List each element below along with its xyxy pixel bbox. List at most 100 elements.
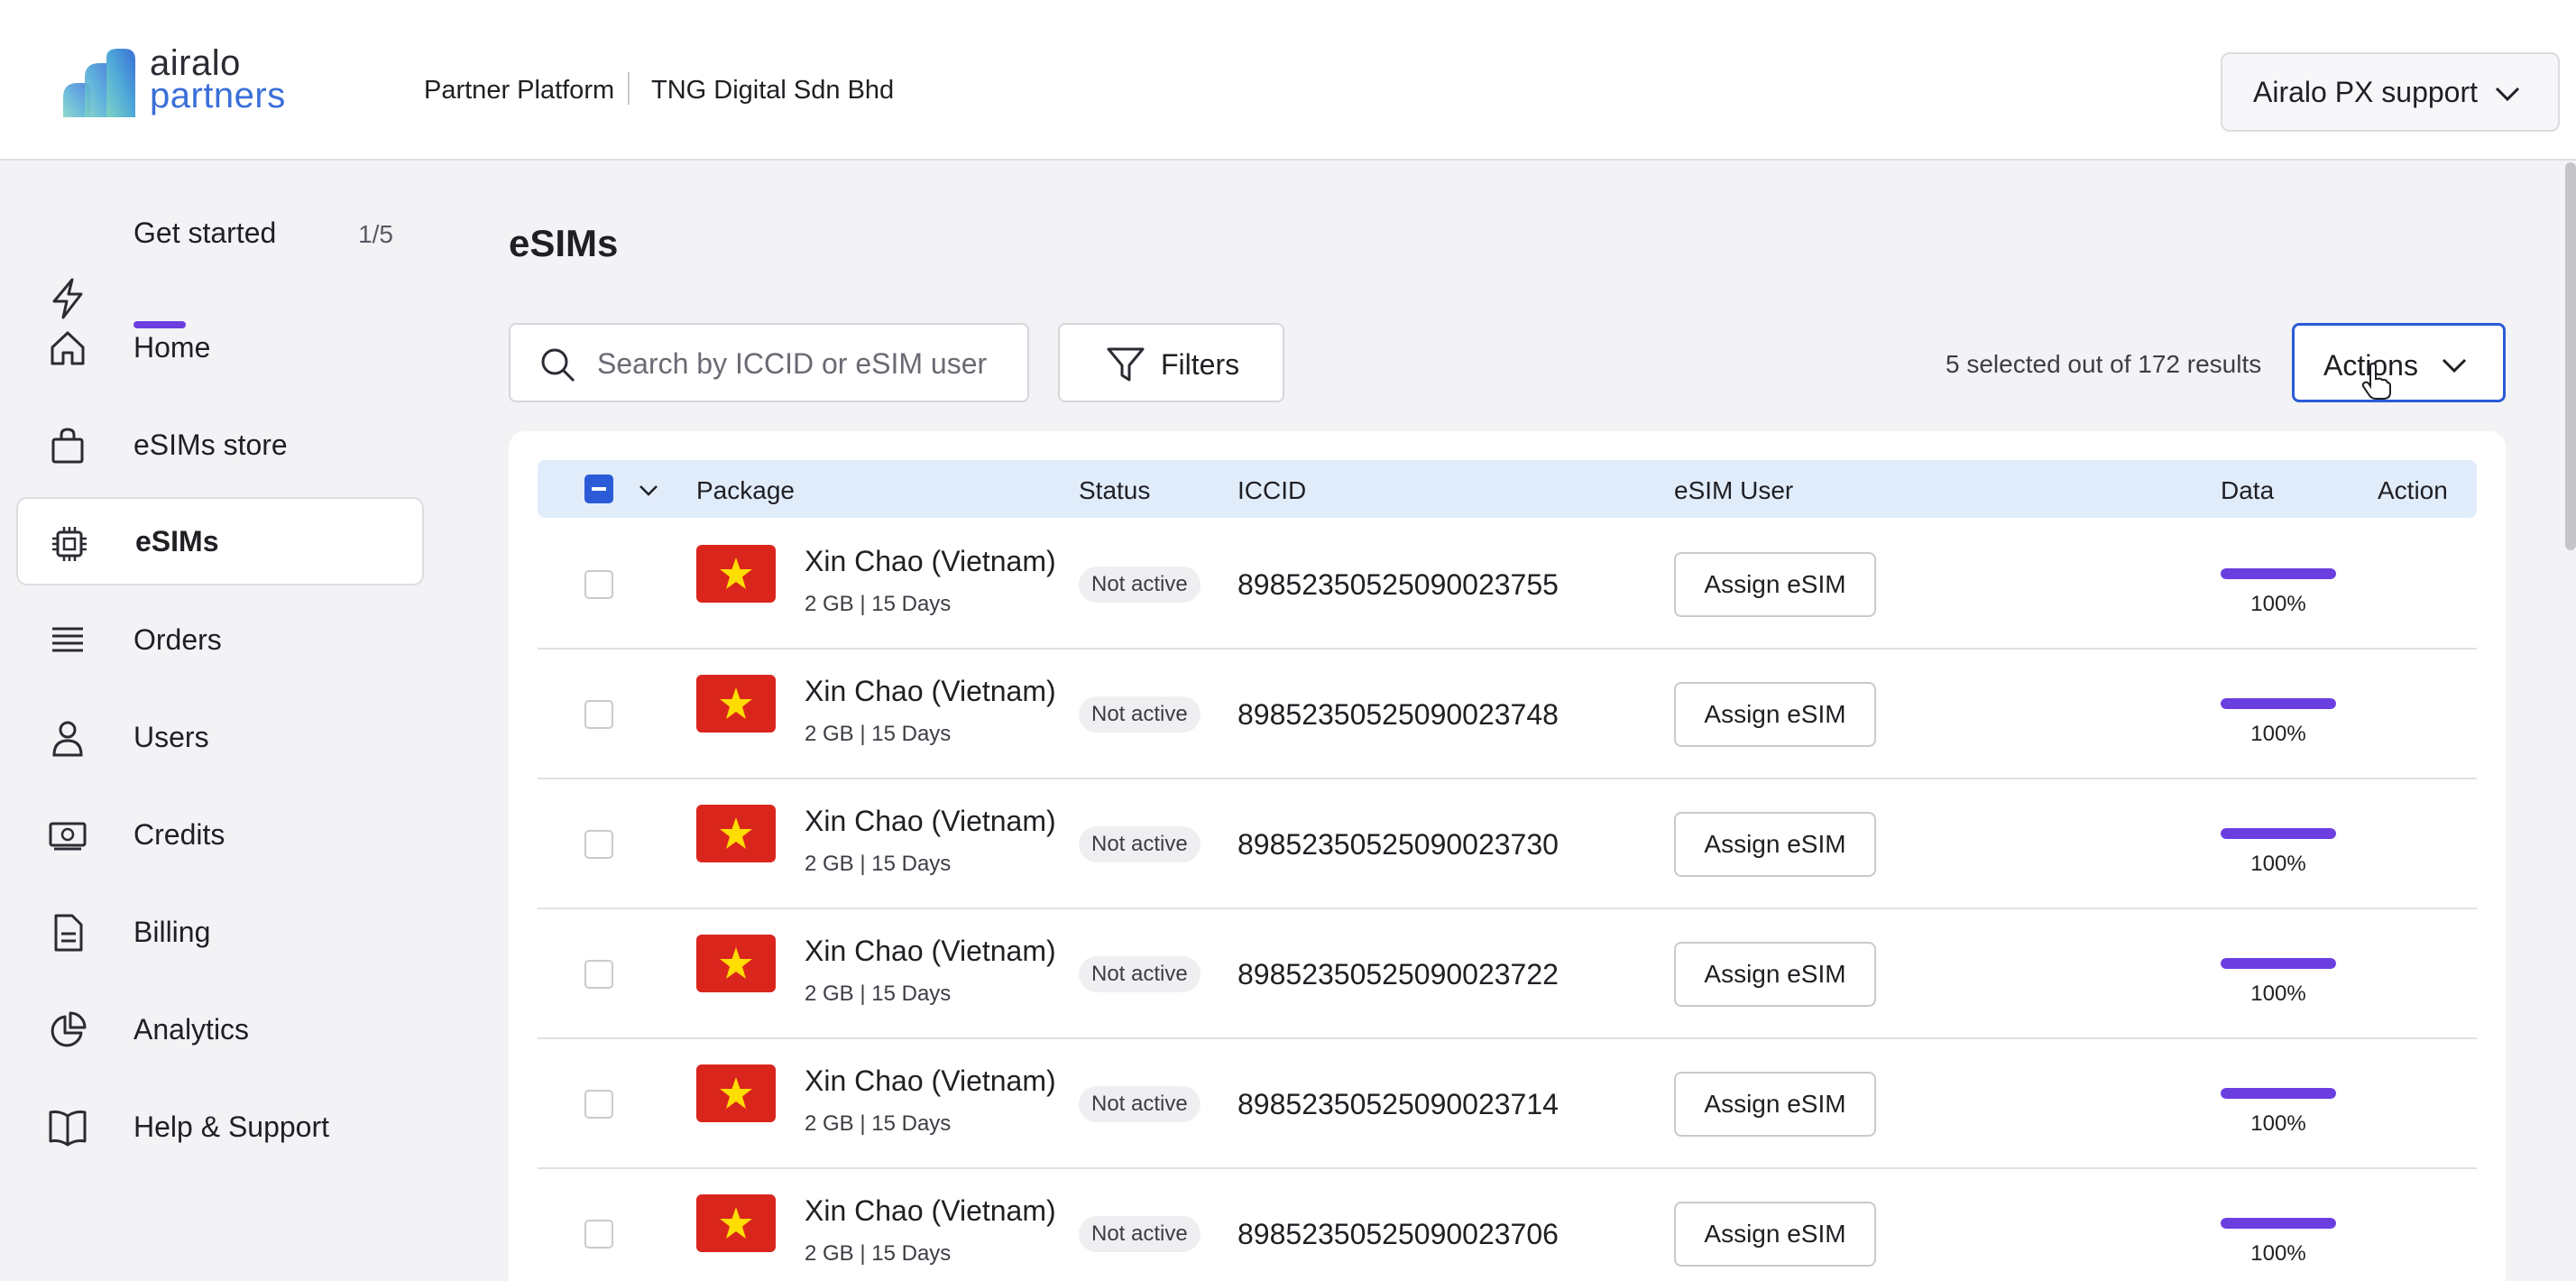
- sidebar-item-home[interactable]: Home: [16, 303, 424, 392]
- pie-chart-icon: [51, 1011, 87, 1047]
- sidebar-item-orders[interactable]: Orders: [16, 595, 424, 684]
- data-usage-bar-fill: [2221, 828, 2336, 839]
- shopping-bag-icon: [51, 428, 84, 464]
- data-percent: 100%: [2250, 981, 2306, 1006]
- sidebar-item-billing[interactable]: Billing: [16, 888, 424, 976]
- search-field[interactable]: [509, 323, 1029, 402]
- package-details: 2 GB | 15 Days: [805, 592, 952, 616]
- sidebar-item-label: Analytics: [133, 1012, 250, 1046]
- chevron-down-icon[interactable]: [637, 478, 660, 502]
- table-row[interactable]: Xin Chao (Vietnam) 2 GB | 15 Days Not ac…: [538, 779, 2477, 909]
- data-usage-bar: [2221, 568, 2336, 579]
- table-row[interactable]: Xin Chao (Vietnam) 2 GB | 15 Days Not ac…: [538, 1169, 2477, 1281]
- status-badge: Not active: [1079, 696, 1201, 733]
- table-header-row: Package Status ICCID eSIM User Data Acti…: [538, 460, 2477, 518]
- vietnam-flag-icon: [696, 1064, 776, 1122]
- search-input[interactable]: [597, 341, 1012, 386]
- assign-esim-button[interactable]: Assign eSIM: [1674, 812, 1876, 877]
- assign-esim-button[interactable]: Assign eSIM: [1674, 1202, 1876, 1267]
- package-details: 2 GB | 15 Days: [805, 1111, 952, 1136]
- column-header-package: Package: [696, 476, 795, 504]
- logo-text-airalo: airalo: [150, 43, 241, 83]
- stack-icon: [52, 627, 83, 652]
- row-checkbox[interactable]: [584, 700, 613, 729]
- breadcrumb-platform[interactable]: Partner Platform: [424, 76, 614, 106]
- book-icon: [49, 1111, 87, 1147]
- data-percent: 100%: [2250, 852, 2306, 876]
- sidebar-item-users[interactable]: Users: [16, 693, 424, 781]
- sidebar-item-esims-store[interactable]: eSIMs store: [16, 401, 424, 489]
- sidebar-item-label: Home: [133, 330, 211, 364]
- sidebar-item-help-support[interactable]: Help & Support: [16, 1083, 424, 1171]
- column-header-data: Data: [2221, 476, 2275, 504]
- iccid-value: 89852350525090023755: [1237, 568, 1559, 601]
- assign-esim-button[interactable]: Assign eSIM: [1674, 682, 1876, 747]
- row-checkbox[interactable]: [584, 830, 613, 859]
- vietnam-flag-icon: [696, 935, 776, 992]
- results-count: 5 selected out of 172 results: [1946, 350, 2262, 378]
- data-usage-bar: [2221, 1218, 2336, 1229]
- sidebar-item-analytics[interactable]: Analytics: [16, 985, 424, 1074]
- data-usage-bar-fill: [2221, 1218, 2336, 1229]
- airalo-partners-logo[interactable]: airalo partners: [60, 43, 285, 121]
- column-header-esim-user: eSIM User: [1674, 476, 1794, 504]
- sidebar-item-label: Orders: [133, 622, 222, 656]
- assign-esim-button[interactable]: Assign eSIM: [1674, 552, 1876, 617]
- data-usage-bar: [2221, 958, 2336, 969]
- row-checkbox[interactable]: [584, 1090, 613, 1119]
- filters-button[interactable]: Filters: [1058, 323, 1284, 402]
- iccid-value: 89852350525090023730: [1237, 828, 1559, 861]
- column-header-action: Action: [2378, 476, 2448, 504]
- sidebar-item-esims[interactable]: eSIMs: [16, 497, 424, 585]
- status-badge: Not active: [1079, 567, 1201, 603]
- account-name: Airalo PX support: [2253, 75, 2479, 108]
- iccid-value: 89852350525090023748: [1237, 698, 1559, 731]
- home-icon: [51, 331, 85, 365]
- package-name: Xin Chao (Vietnam): [805, 545, 1056, 577]
- assign-esim-button[interactable]: Assign eSIM: [1674, 1072, 1876, 1137]
- package-name: Xin Chao (Vietnam): [805, 1064, 1056, 1097]
- data-usage-bar-fill: [2221, 1088, 2336, 1099]
- column-header-status: Status: [1079, 476, 1151, 504]
- sidebar-item-credits[interactable]: Credits: [16, 790, 424, 879]
- vietnam-flag-icon: [696, 805, 776, 862]
- get-started-progress: 1/5: [358, 220, 393, 248]
- table-row[interactable]: Xin Chao (Vietnam) 2 GB | 15 Days Not ac…: [538, 650, 2477, 779]
- package-name: Xin Chao (Vietnam): [805, 935, 1056, 967]
- esims-table: Package Status ICCID eSIM User Data Acti…: [509, 431, 2506, 1281]
- page-scrollbar[interactable]: [2565, 162, 2576, 550]
- sidebar-item-label: Credits: [133, 817, 225, 851]
- select-all-checkbox[interactable]: [584, 475, 613, 503]
- chevron-down-icon: [2495, 87, 2520, 102]
- sidebar-item-get-started[interactable]: Get started 1/5: [49, 217, 409, 328]
- row-checkbox[interactable]: [584, 1220, 613, 1249]
- row-checkbox[interactable]: [584, 960, 613, 989]
- package-details: 2 GB | 15 Days: [805, 722, 952, 746]
- row-checkbox[interactable]: [584, 570, 613, 599]
- sidebar-item-label: Users: [133, 720, 209, 753]
- money-icon: [49, 822, 87, 851]
- mouse-pointer-icon: [2361, 363, 2391, 400]
- logo-mark-icon: [63, 49, 135, 117]
- package-name: Xin Chao (Vietnam): [805, 675, 1056, 707]
- search-icon: [541, 348, 575, 382]
- data-percent: 100%: [2250, 592, 2306, 616]
- breadcrumb-company: TNG Digital Sdn Bhd: [651, 76, 895, 105]
- filters-label: Filters: [1161, 348, 1240, 381]
- get-started-label: Get started: [133, 217, 277, 249]
- package-details: 2 GB | 15 Days: [805, 852, 952, 876]
- data-percent: 100%: [2250, 1241, 2306, 1266]
- data-usage-bar: [2221, 698, 2336, 709]
- data-percent: 100%: [2250, 1111, 2306, 1136]
- account-dropdown[interactable]: Airalo PX support: [2221, 52, 2560, 132]
- actions-dropdown-button[interactable]: Actions: [2292, 323, 2506, 402]
- data-usage-bar: [2221, 1088, 2336, 1099]
- user-icon: [52, 721, 83, 757]
- table-row[interactable]: Xin Chao (Vietnam) 2 GB | 15 Days Not ac…: [538, 1039, 2477, 1169]
- iccid-value: 89852350525090023706: [1237, 1218, 1559, 1250]
- table-row[interactable]: Xin Chao (Vietnam) 2 GB | 15 Days Not ac…: [538, 909, 2477, 1039]
- table-row[interactable]: Xin Chao (Vietnam) 2 GB | 15 Days Not ac…: [538, 520, 2477, 650]
- package-details: 2 GB | 15 Days: [805, 981, 952, 1006]
- assign-esim-button[interactable]: Assign eSIM: [1674, 942, 1876, 1007]
- sidebar-item-label: eSIMs: [135, 524, 219, 558]
